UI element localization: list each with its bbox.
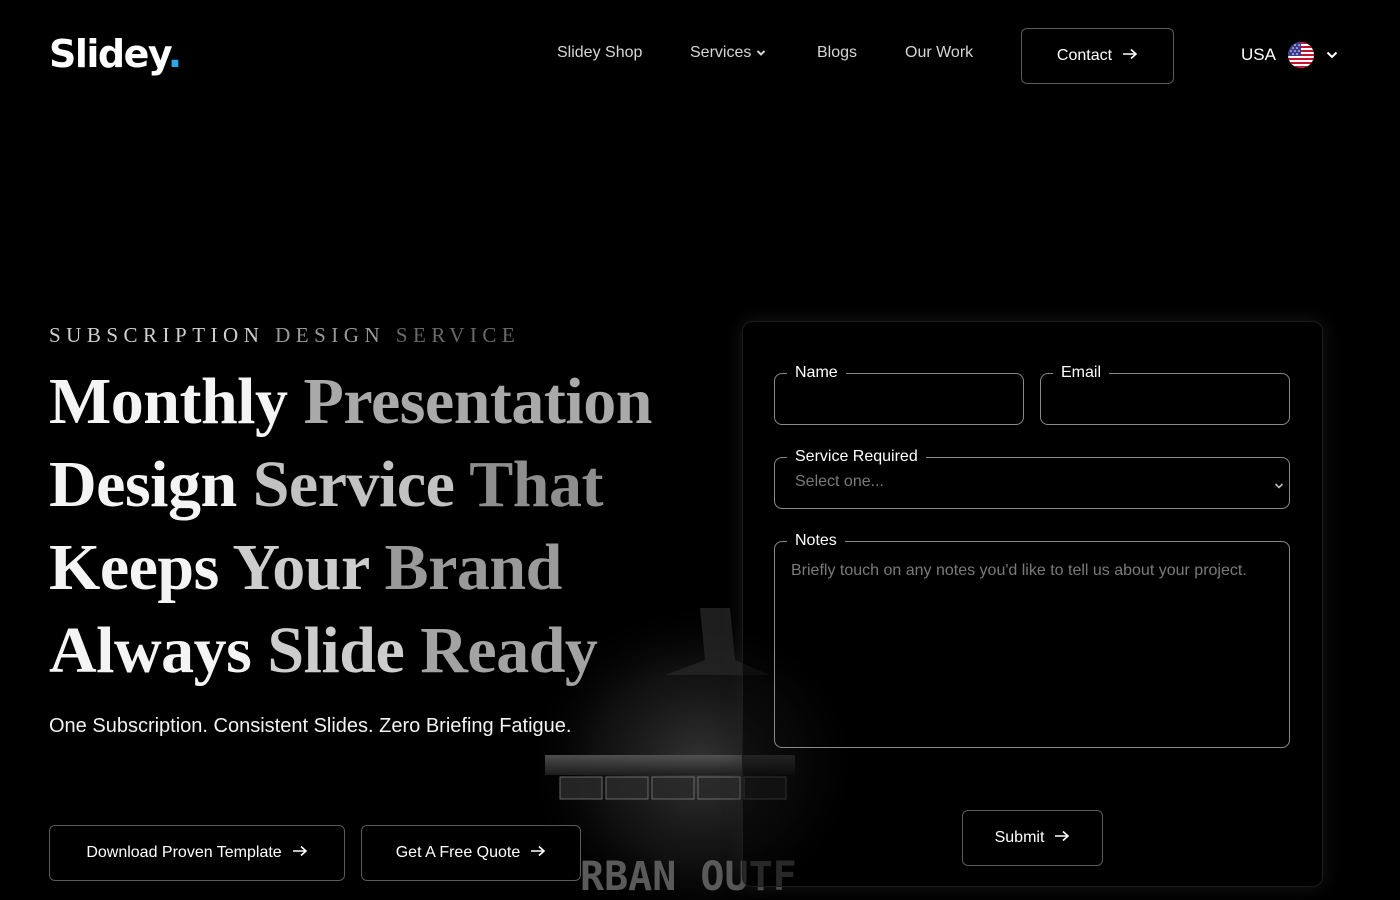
notes-label: Notes bbox=[787, 526, 845, 556]
free-quote-button[interactable]: Get A Free Quote bbox=[361, 825, 581, 881]
nav-item-services-label: Services bbox=[690, 44, 752, 62]
hero-subline: One Subscription. Consistent Slides. Zer… bbox=[49, 715, 572, 737]
headline-word: That bbox=[469, 448, 603, 521]
headline-word: Your bbox=[232, 531, 369, 604]
arrow-right-icon bbox=[1054, 829, 1070, 847]
eyebrow-word: SUBSCRIPTION bbox=[49, 323, 265, 347]
name-label: Name bbox=[787, 358, 846, 388]
nav-item-our-work[interactable]: Our Work bbox=[905, 43, 973, 63]
arrow-right-icon bbox=[530, 844, 546, 862]
arrow-right-icon bbox=[1122, 47, 1138, 65]
email-label: Email bbox=[1053, 358, 1110, 388]
chevron-down-icon bbox=[1274, 477, 1284, 495]
headline-word: Brand bbox=[384, 531, 563, 604]
logo-text: Slidey bbox=[49, 32, 169, 76]
headline-word: Ready bbox=[420, 614, 598, 687]
hero-eyebrow: SUBSCRIPTION DESIGN SERVICE bbox=[49, 323, 520, 347]
service-select-value: Select one... bbox=[795, 473, 884, 490]
headline-line: Design Service That bbox=[49, 443, 729, 526]
logo-dot: . bbox=[167, 32, 182, 76]
headline-word: Always bbox=[49, 614, 252, 687]
submit-button[interactable]: Submit bbox=[962, 810, 1103, 866]
headline-line: Monthly Presentation bbox=[49, 360, 729, 443]
headline-line: Keeps Your Brand bbox=[49, 526, 729, 609]
notes-textarea[interactable] bbox=[775, 542, 1289, 747]
download-template-button[interactable]: Download Proven Template bbox=[49, 825, 345, 881]
headline-word: Design bbox=[49, 448, 237, 521]
slidey-logo[interactable]: Slidey. bbox=[49, 32, 182, 76]
headline-word: Slide bbox=[267, 614, 405, 687]
headline-word: Keeps bbox=[49, 531, 219, 604]
name-field[interactable]: Name bbox=[774, 358, 1024, 425]
service-label: Service Required bbox=[787, 442, 926, 472]
chevron-down-icon bbox=[756, 43, 766, 63]
nav-item-slidey-shop[interactable]: Slidey Shop bbox=[557, 43, 642, 63]
contact-button[interactable]: Contact bbox=[1021, 28, 1174, 84]
locale-label: USA bbox=[1241, 45, 1276, 64]
arrow-right-icon bbox=[292, 844, 308, 862]
nav-item-services[interactable]: Services bbox=[690, 43, 766, 63]
headline-word: Presentation bbox=[303, 365, 653, 438]
free-quote-button-label: Get A Free Quote bbox=[395, 844, 521, 861]
headline-word: Monthly bbox=[49, 365, 288, 438]
locale-selector[interactable]: USA bbox=[1241, 40, 1338, 70]
headline-word: Service bbox=[252, 448, 455, 521]
site-header: Slidey. Slidey Shop Services Blogs Our W… bbox=[0, 0, 1400, 110]
submit-button-label: Submit bbox=[994, 829, 1045, 846]
email-field[interactable]: Email bbox=[1040, 358, 1290, 425]
nav-item-blogs[interactable]: Blogs bbox=[817, 43, 857, 63]
contact-button-label: Contact bbox=[1056, 47, 1113, 64]
us-flag-icon bbox=[1287, 42, 1314, 68]
eyebrow-word: DESIGN bbox=[275, 323, 386, 347]
chevron-down-icon bbox=[1326, 46, 1338, 64]
notes-field[interactable]: Notes bbox=[774, 526, 1290, 748]
quote-form: Name Email Select one... Service Require… bbox=[742, 321, 1323, 887]
download-template-button-label: Download Proven Template bbox=[86, 844, 282, 861]
hero-headline: Monthly Presentation Design Service That… bbox=[49, 360, 729, 692]
service-select[interactable]: Select one... Service Required bbox=[774, 442, 1290, 509]
eyebrow-word: SERVICE bbox=[395, 323, 521, 347]
headline-line: Always Slide Ready bbox=[49, 609, 729, 692]
